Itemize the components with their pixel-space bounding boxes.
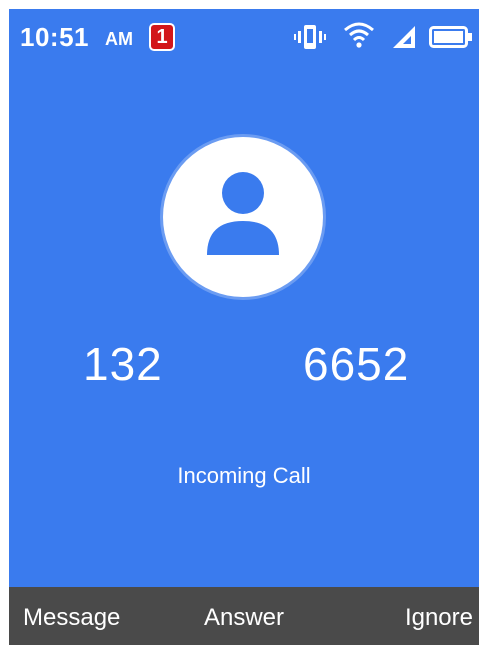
person-icon — [207, 172, 279, 255]
call-status-text: Incoming Call — [177, 463, 311, 488]
caller-avatar — [163, 137, 323, 297]
softkey-bar: Message Answer Ignore — [9, 587, 479, 645]
caller-number-part-1: 132 — [83, 338, 163, 390]
cellular-signal-icon — [391, 24, 417, 55]
status-time: 10:51 — [20, 22, 89, 52]
caller-number-part-2: 6652 — [303, 338, 410, 390]
battery-icon — [429, 26, 473, 53]
notification-badge: 1 — [149, 23, 175, 51]
wifi-icon — [343, 21, 375, 56]
ignore-softkey[interactable]: Ignore — [405, 604, 473, 632]
vibrate-icon — [294, 23, 326, 56]
status-bar: 10:51 AM 1 — [9, 9, 479, 67]
incoming-call-screen: 10:51 AM 1 132 6652 Incoming Call Messag… — [9, 9, 479, 645]
status-ampm: AM — [105, 29, 133, 49]
